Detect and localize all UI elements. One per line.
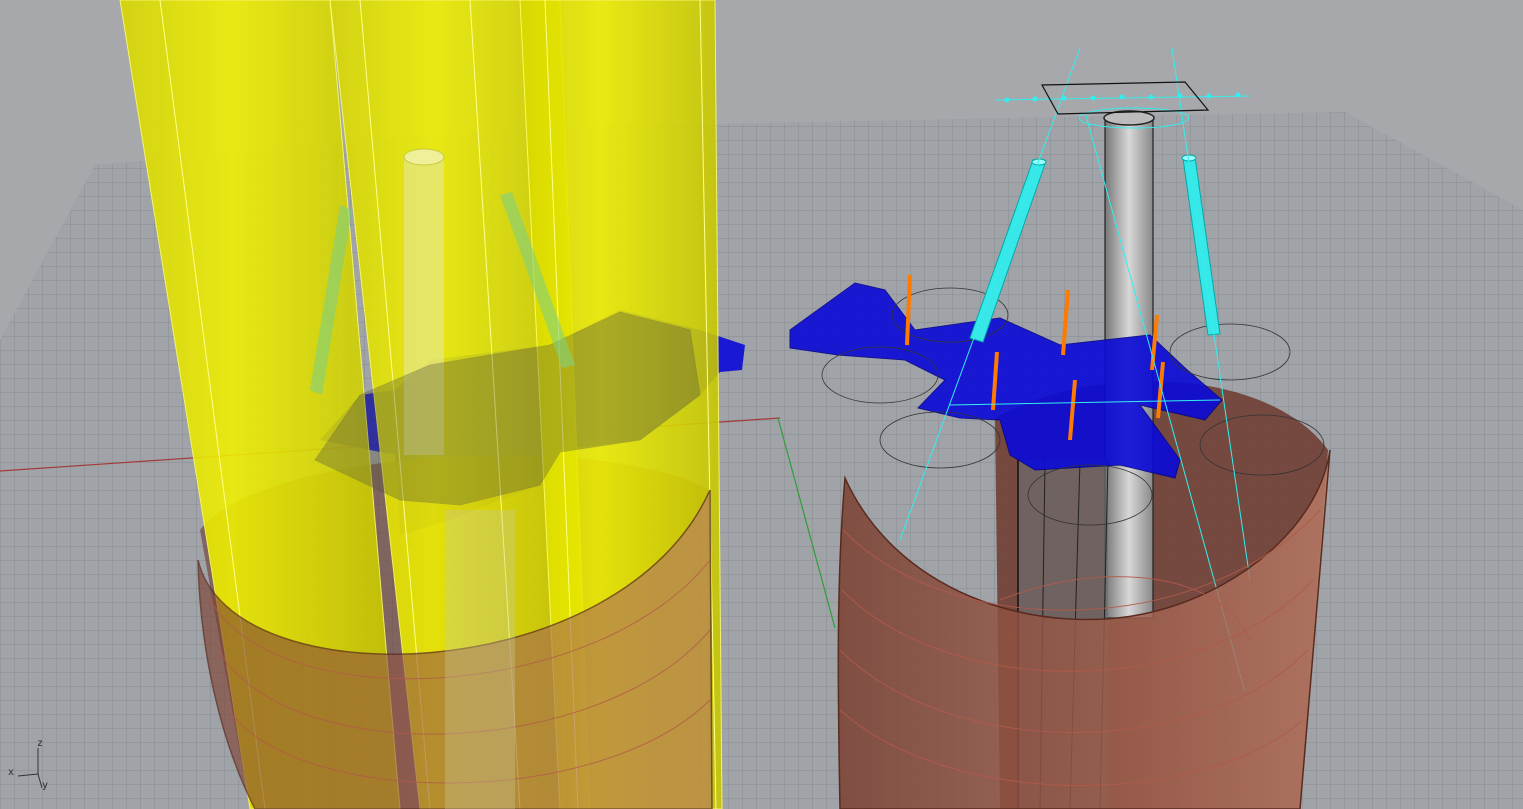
3d-viewport[interactable]: z x y [0,0,1523,809]
axis-label-z: z [37,738,44,749]
left-assembly[interactable] [119,0,745,809]
axis-label-y: y [42,780,49,791]
scene-canvas[interactable] [0,0,1523,809]
axis-label-x: x [8,767,15,778]
axis-orientation-widget: z x y [4,736,64,800]
control-points[interactable] [1004,92,1241,103]
